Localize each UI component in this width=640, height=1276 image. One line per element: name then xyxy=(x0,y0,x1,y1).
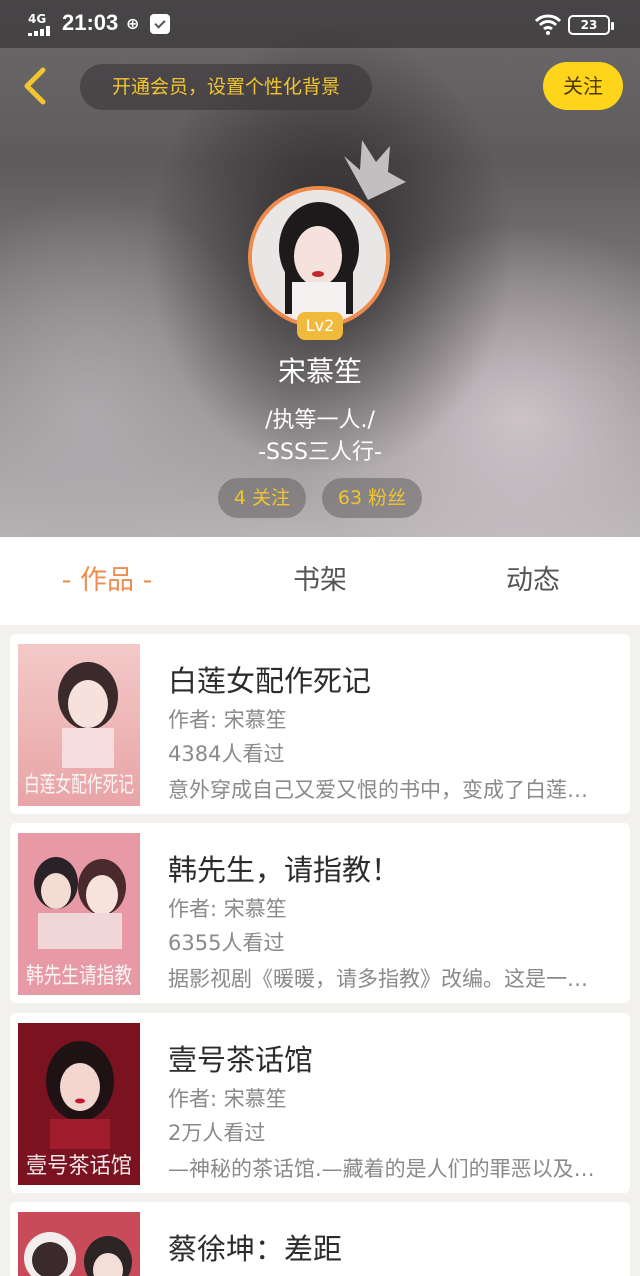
avatar[interactable] xyxy=(248,186,390,328)
wifi-icon xyxy=(534,14,562,35)
tab-works[interactable]: - 作品 - xyxy=(22,537,192,625)
book-title: 蔡徐坤：差距 xyxy=(168,1232,343,1266)
profile-header: 4G 21:03 ⊕ 23 开通会员，设置个性化背景 关注 Lv2 宋慕笙 /执… xyxy=(0,0,640,537)
cover-title: 壹号茶话馆 xyxy=(26,1154,132,1179)
tab-bookshelf[interactable]: 书架 xyxy=(250,537,390,625)
book-cover xyxy=(18,1212,140,1276)
list-item[interactable]: 韩先生请指教 韩先生，请指教！ 作者: 宋慕笙 6355人看过 据影视剧《暖暖，… xyxy=(10,823,630,1003)
book-cover: 韩先生请指教 xyxy=(18,833,140,995)
tab-feed[interactable]: 动态 xyxy=(463,537,603,625)
following-count-button[interactable]: 4 关注 xyxy=(218,478,306,518)
status-bar: 4G 21:03 ⊕ 23 xyxy=(0,0,640,48)
cover-title: 白莲女配作死记 xyxy=(24,773,134,798)
list-item[interactable]: 壹号茶话馆 壹号茶话馆 作者: 宋慕笙 2万人看过 —神秘的茶话馆.—藏着的是人… xyxy=(10,1013,630,1193)
clock: 21:03 xyxy=(62,10,119,35)
vip-background-prompt[interactable]: 开通会员，设置个性化背景 xyxy=(80,64,372,110)
list-item[interactable]: 蔡徐坤：差距 xyxy=(10,1202,630,1276)
crown-icon xyxy=(344,140,406,200)
book-author: 作者: 宋慕笙 xyxy=(168,1087,287,1111)
username: 宋慕笙 xyxy=(277,355,362,388)
avatar-image xyxy=(252,190,386,324)
book-cover: 白莲女配作死记 xyxy=(18,644,140,806)
book-title: 白莲女配作死记 xyxy=(168,664,372,698)
book-views: 2万人看过 xyxy=(168,1121,266,1145)
book-author: 作者: 宋慕笙 xyxy=(168,897,287,921)
level-badge: Lv2 xyxy=(297,312,343,340)
follow-button[interactable]: 关注 xyxy=(543,62,623,110)
book-description: 据影视剧《暖暖，请多指教》改编。这是一段… xyxy=(168,967,600,991)
book-title: 韩先生，请指教！ xyxy=(168,853,401,887)
back-button[interactable] xyxy=(16,64,56,108)
list-item[interactable]: 白莲女配作死记 白莲女配作死记 作者: 宋慕笙 4384人看过 意外穿成自己又爱… xyxy=(10,634,630,814)
book-author: 作者: 宋慕笙 xyxy=(168,708,287,732)
book-title: 壹号茶话馆 xyxy=(168,1043,314,1077)
cover-title: 韩先生请指教 xyxy=(26,964,132,989)
profile-tabs: - 作品 - 书架 动态 xyxy=(0,537,640,625)
book-cover: 壹号茶话馆 xyxy=(18,1023,140,1185)
book-views: 4384人看过 xyxy=(168,742,285,766)
notification-icon: ⊕ xyxy=(126,14,140,33)
book-views: 6355人看过 xyxy=(168,931,285,955)
message-icon xyxy=(150,14,170,34)
battery-icon: 23 xyxy=(568,15,614,35)
book-description: —神秘的茶话馆.—藏着的是人们的罪恶以及… xyxy=(168,1157,595,1181)
book-description: 意外穿成自己又爱又恨的书中，变成了白莲女配的我… xyxy=(168,778,600,802)
bio-line-1: /执等一人./ xyxy=(265,408,375,433)
fans-count-button[interactable]: 63 粉丝 xyxy=(322,478,422,518)
bio-line-2: -SSS三人行- xyxy=(258,440,382,465)
network-type: 4G xyxy=(28,12,47,26)
signal-icon xyxy=(28,26,54,36)
